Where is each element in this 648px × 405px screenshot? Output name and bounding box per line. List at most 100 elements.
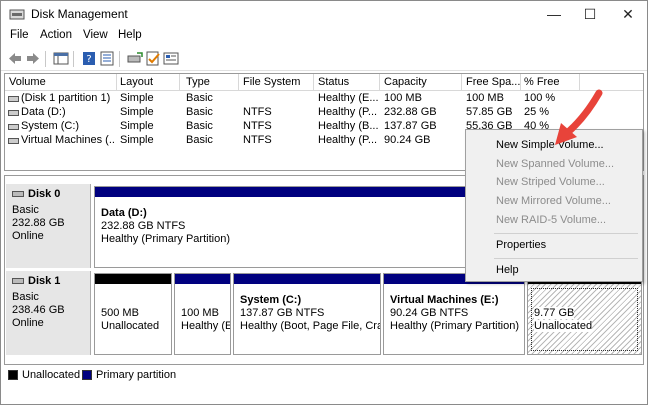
partition-unallocated-500mb[interactable]: 500 MB Unallocated bbox=[94, 273, 172, 355]
disk-type: Basic bbox=[12, 204, 39, 216]
toolbar: ? bbox=[1, 47, 647, 71]
partition-status: Unallocated bbox=[534, 320, 593, 332]
rescan-disks-icon[interactable] bbox=[127, 51, 143, 66]
column-header-capacity[interactable]: Capacity bbox=[384, 76, 427, 88]
menu-separator bbox=[494, 233, 638, 234]
toolbar-separator bbox=[45, 51, 46, 67]
title-bar: Disk Management — ☐ ✕ bbox=[1, 1, 647, 27]
cell-file-system: NTFS bbox=[243, 106, 272, 118]
volume-icon bbox=[8, 96, 19, 102]
partition-title: System (C:) bbox=[240, 294, 302, 306]
menu-help-item[interactable]: Help bbox=[496, 264, 519, 276]
volume-icon bbox=[8, 138, 19, 144]
column-header-volume[interactable]: Volume bbox=[9, 76, 46, 88]
column-divider[interactable] bbox=[313, 74, 314, 91]
forward-arrow-icon[interactable] bbox=[25, 51, 41, 66]
cell-capacity: 90.24 GB bbox=[384, 134, 431, 146]
column-divider[interactable] bbox=[238, 74, 239, 91]
partition-status: Healthy (Boot, Page File, Crash bbox=[240, 320, 381, 332]
menu-action[interactable]: Action bbox=[40, 29, 72, 41]
partition-status: Unallocated bbox=[101, 320, 160, 332]
partition-title: Data (D:) bbox=[101, 207, 147, 219]
cell-free-space: 100 MB bbox=[466, 92, 504, 104]
cell-layout: Simple bbox=[120, 92, 154, 104]
disk-type: Basic bbox=[12, 291, 39, 303]
cell-volume: Virtual Machines (... bbox=[21, 134, 115, 146]
cell-file-system: NTFS bbox=[243, 120, 272, 132]
menu-new-raid5-volume: New RAID-5 Volume... bbox=[496, 214, 607, 226]
partition-system-c[interactable]: System (C:) 137.87 GB NTFS Healthy (Boot… bbox=[233, 273, 381, 355]
legend-unallocated: Unallocated bbox=[22, 369, 81, 381]
column-header-type[interactable]: Type bbox=[186, 76, 210, 88]
primary-partition-bar bbox=[234, 274, 380, 284]
cell-type: Basic bbox=[186, 134, 213, 146]
cell-layout: Simple bbox=[120, 120, 154, 132]
window-title: Disk Management bbox=[31, 7, 128, 21]
volume-icon bbox=[8, 124, 19, 130]
checklist-icon[interactable] bbox=[145, 51, 161, 66]
back-arrow-icon[interactable] bbox=[7, 51, 23, 66]
partition-status: Healthy (E bbox=[181, 320, 231, 332]
primary-partition-bar bbox=[175, 274, 230, 284]
partition-efi-100mb[interactable]: 100 MB Healthy (E bbox=[174, 273, 231, 355]
disk-name: Disk 1 bbox=[28, 275, 61, 287]
volume-icon bbox=[8, 110, 19, 116]
partition-size: 500 MB bbox=[101, 307, 139, 319]
column-divider[interactable] bbox=[179, 74, 180, 91]
disk-1-label[interactable]: Disk 1 Basic 238.46 GB Online bbox=[6, 271, 91, 355]
disk-properties-icon[interactable] bbox=[163, 51, 179, 66]
disk-size: 232.88 GB bbox=[12, 217, 65, 229]
column-divider[interactable] bbox=[116, 74, 117, 91]
menu-new-striped-volume: New Striped Volume... bbox=[496, 176, 605, 188]
properties-list-icon[interactable] bbox=[99, 51, 115, 66]
disk-management-app-icon bbox=[9, 9, 25, 20]
menu-view[interactable]: View bbox=[83, 29, 108, 41]
cell-free-space: 57.85 GB bbox=[466, 106, 513, 118]
menu-help[interactable]: Help bbox=[118, 29, 142, 41]
cell-type: Basic bbox=[186, 92, 213, 104]
cell-status: Healthy (P... bbox=[318, 134, 378, 146]
menu-bar: File Action View Help bbox=[1, 27, 647, 45]
partition-virtual-machines-e[interactable]: Virtual Machines (E:) 90.24 GB NTFS Heal… bbox=[383, 273, 525, 355]
partition-unallocated-selected[interactable]: 9.77 GB Unallocated bbox=[527, 273, 642, 355]
show-hide-console-tree-icon[interactable] bbox=[53, 51, 69, 66]
cell-type: Basic bbox=[186, 106, 213, 118]
menu-properties[interactable]: Properties bbox=[496, 239, 546, 251]
cell-volume: (Disk 1 partition 1) bbox=[21, 92, 111, 104]
cell-capacity: 100 MB bbox=[384, 92, 422, 104]
partition-title: Virtual Machines (E:) bbox=[390, 294, 499, 306]
cell-capacity: 137.87 GB bbox=[384, 120, 437, 132]
column-divider[interactable] bbox=[520, 74, 521, 91]
column-header-file-system[interactable]: File System bbox=[243, 76, 300, 88]
disk-0-label[interactable]: Disk 0 Basic 232.88 GB Online bbox=[6, 184, 91, 268]
cell-type: Basic bbox=[186, 120, 213, 132]
disk-icon bbox=[12, 278, 24, 284]
cell-layout: Simple bbox=[120, 134, 154, 146]
disk-management-window: Disk Management — ☐ ✕ File Action View H… bbox=[0, 0, 648, 405]
menu-new-spanned-volume: New Spanned Volume... bbox=[496, 158, 615, 170]
toolbar-separator bbox=[119, 51, 120, 67]
help-book-icon[interactable]: ? bbox=[81, 51, 97, 66]
column-header-status[interactable]: Status bbox=[318, 76, 349, 88]
annotation-arrow-icon bbox=[555, 89, 603, 145]
disk-status: Online bbox=[12, 317, 44, 329]
unallocated-bar bbox=[95, 274, 171, 284]
partition-status: Healthy (Primary Partition) bbox=[390, 320, 519, 332]
primary-legend-swatch bbox=[82, 370, 92, 380]
context-menu: New Simple Volume... New Spanned Volume.… bbox=[465, 129, 643, 282]
menu-file[interactable]: File bbox=[10, 29, 29, 41]
column-header-percent-free[interactable]: % Free bbox=[524, 76, 559, 88]
legend-primary: Primary partition bbox=[96, 369, 177, 381]
disk-status: Online bbox=[12, 230, 44, 242]
disk-icon bbox=[12, 191, 24, 197]
svg-text:?: ? bbox=[86, 54, 91, 65]
column-divider[interactable] bbox=[461, 74, 462, 91]
partition-size: 9.77 GB bbox=[534, 307, 575, 319]
close-button[interactable]: ✕ bbox=[605, 1, 648, 27]
column-header-free-space[interactable]: Free Spa... bbox=[466, 76, 520, 88]
cell-status: Healthy (B... bbox=[318, 120, 379, 132]
cell-volume: Data (D:) bbox=[21, 106, 66, 118]
column-header-layout[interactable]: Layout bbox=[120, 76, 153, 88]
column-divider[interactable] bbox=[379, 74, 380, 91]
legend: Unallocated Primary partition bbox=[4, 365, 644, 385]
